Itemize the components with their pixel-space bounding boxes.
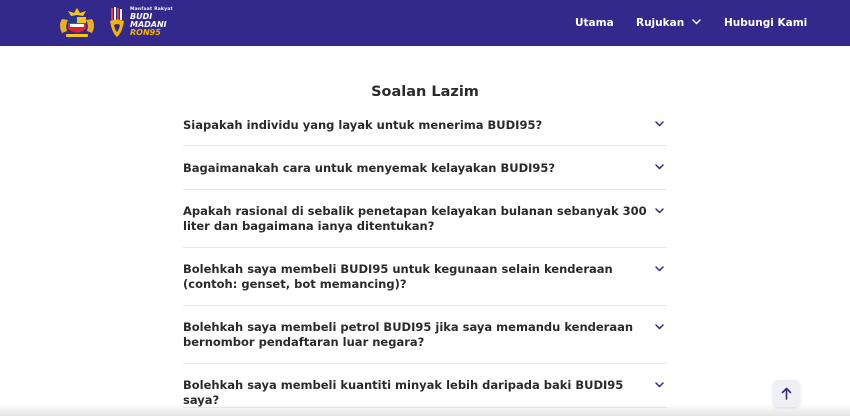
faq-item[interactable]: Bolehkah saya membeli BUDI95 untuk kegun…	[183, 248, 667, 306]
faq-item[interactable]: Siapakah individu yang layak untuk mener…	[183, 104, 667, 146]
chevron-down-icon	[655, 208, 664, 214]
chevron-down-icon	[655, 324, 664, 330]
chevron-down-icon	[655, 266, 664, 272]
scroll-to-top-button[interactable]	[773, 380, 800, 407]
page-bottom-shadow	[0, 404, 850, 416]
faq-item[interactable]: Bolehkah saya membeli kuantiti minyak le…	[183, 364, 667, 408]
faq-accordion: Siapakah individu yang layak untuk mener…	[183, 104, 667, 408]
chevron-down-icon	[655, 121, 664, 127]
chevron-down-icon	[692, 19, 701, 25]
faq-item[interactable]: Bagaimanakah cara untuk menyemak kelayak…	[183, 146, 667, 190]
faq-question: Bagaimanakah cara untuk menyemak kelayak…	[183, 161, 556, 175]
logo-line-ron95: RON95	[130, 28, 161, 37]
nav-references-label: Rujukan	[636, 17, 685, 29]
nav-contact-link[interactable]: Hubungi Kami	[724, 0, 807, 46]
flag-hand-icon	[110, 7, 124, 37]
faq-item[interactable]: Apakah rasional di sebalik penetapan kel…	[183, 190, 667, 248]
coat-of-arms-logo[interactable]	[56, 7, 98, 39]
faq-question: Siapakah individu yang layak untuk mener…	[183, 118, 543, 132]
chevron-down-icon	[655, 164, 664, 170]
top-navbar: Manfaat Rakyat BUDI MADANI RON95 Utama R…	[0, 0, 850, 46]
nav-home-link[interactable]: Utama	[575, 0, 614, 46]
faq-question: Bolehkah saya membeli kuantiti minyak le…	[183, 378, 624, 407]
faq-heading: Soalan Lazim	[371, 84, 479, 100]
budi-madani-logo[interactable]: Manfaat Rakyat BUDI MADANI RON95	[108, 6, 173, 40]
nav-references-dropdown[interactable]: Rujukan	[636, 0, 701, 46]
chevron-down-icon	[655, 382, 664, 388]
faq-question: Apakah rasional di sebalik penetapan kel…	[183, 204, 647, 233]
faq-question: Bolehkah saya membeli BUDI95 untuk kegun…	[183, 262, 613, 291]
faq-item[interactable]: Bolehkah saya membeli petrol BUDI95 jika…	[183, 306, 667, 364]
faq-question: Bolehkah saya membeli petrol BUDI95 jika…	[183, 320, 634, 349]
arrow-up-icon	[781, 387, 792, 400]
